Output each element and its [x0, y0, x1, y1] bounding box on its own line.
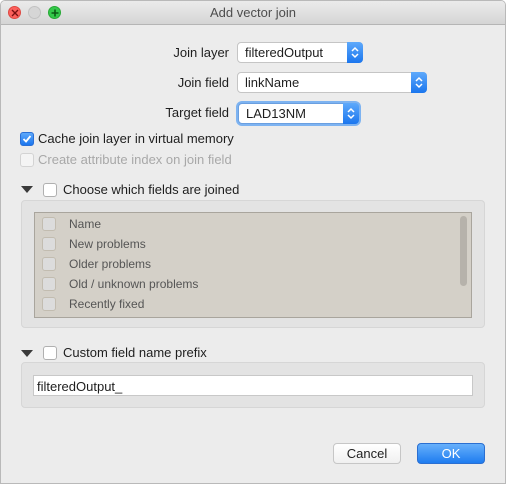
join-layer-value: filteredOutput	[245, 45, 324, 60]
fields-list[interactable]: Name New problems Older problems Old / u…	[34, 212, 472, 318]
join-field-select[interactable]: linkName	[237, 72, 427, 93]
target-field-select[interactable]: LAD13NM	[238, 103, 359, 124]
ok-button[interactable]: OK	[417, 443, 485, 464]
target-field-value: LAD13NM	[246, 106, 306, 121]
create-attribute-index-checkbox	[20, 153, 34, 167]
checkmark-icon	[22, 135, 32, 143]
join-layer-select[interactable]: filteredOutput	[237, 42, 363, 63]
target-field-stepper[interactable]	[343, 103, 359, 124]
cache-join-layer-label: Cache join layer in virtual memory	[38, 131, 234, 146]
add-vector-join-dialog: Add vector join Join layer filteredOutpu…	[0, 0, 506, 484]
field-name: New problems	[69, 237, 146, 251]
field-checkbox[interactable]	[42, 257, 56, 271]
field-checkbox[interactable]	[42, 277, 56, 291]
field-name: Old / unknown problems	[69, 277, 199, 291]
up-down-chevron-icon	[415, 76, 423, 89]
collapse-triangle-icon[interactable]	[21, 186, 33, 193]
custom-prefix-label: Custom field name prefix	[63, 345, 207, 360]
choose-fields-checkbox[interactable]	[43, 183, 57, 197]
list-item[interactable]: Name	[35, 214, 455, 234]
join-layer-stepper[interactable]	[347, 42, 363, 63]
join-field-value: linkName	[245, 75, 300, 90]
cache-join-layer-checkbox[interactable]	[20, 132, 34, 146]
field-checkbox[interactable]	[42, 237, 56, 251]
prefix-input[interactable]: filteredOutput_	[33, 375, 473, 396]
up-down-chevron-icon	[347, 107, 355, 120]
join-field-stepper[interactable]	[411, 72, 427, 93]
up-down-chevron-icon	[351, 46, 359, 59]
list-item[interactable]: New problems	[35, 234, 455, 254]
target-field-label: Target field	[165, 105, 229, 120]
prefix-group-box: filteredOutput_	[21, 362, 485, 408]
fields-group-box: Name New problems Older problems Old / u…	[21, 200, 485, 328]
join-layer-label: Join layer	[173, 45, 229, 60]
field-checkbox[interactable]	[42, 297, 56, 311]
field-name: Name	[69, 217, 102, 231]
collapse-triangle-icon[interactable]	[21, 350, 33, 357]
window-title: Add vector join	[210, 5, 296, 20]
list-item[interactable]: Older problems	[35, 254, 455, 274]
fields-list-scrollbar[interactable]	[460, 216, 467, 286]
choose-fields-label: Choose which fields are joined	[63, 182, 240, 197]
list-item[interactable]: Recently fixed	[35, 294, 455, 314]
field-name: Recently fixed	[69, 297, 145, 311]
custom-prefix-checkbox[interactable]	[43, 346, 57, 360]
field-checkbox[interactable]	[42, 217, 56, 231]
list-item[interactable]: Old / unknown problems	[35, 274, 455, 294]
create-attribute-index-label: Create attribute index on join field	[38, 152, 232, 167]
cancel-button[interactable]: Cancel	[333, 443, 401, 464]
title-bar: Add vector join	[1, 1, 505, 25]
join-field-label: Join field	[177, 75, 229, 90]
field-name: Older problems	[69, 257, 152, 271]
